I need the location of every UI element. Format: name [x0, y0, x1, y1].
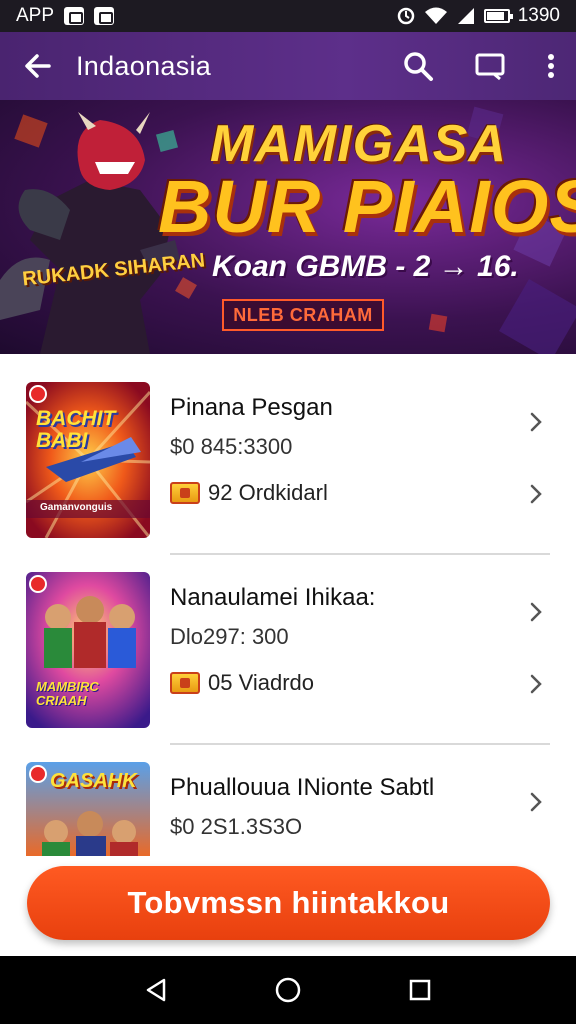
chevron-right-icon[interactable] [524, 600, 548, 624]
game-thumbnail: MAMBIRC CRIAAH [26, 572, 150, 728]
nav-back-button[interactable] [136, 970, 176, 1010]
list-item[interactable]: BACHIT BABI Gamanvonguis Pinana Pesgan $… [0, 354, 576, 555]
thumbnail-title: BACHIT BABI [36, 407, 116, 452]
signal-icon [457, 8, 474, 24]
game-thumbnail: GASAHK [26, 762, 150, 856]
more-options-button[interactable] [526, 32, 576, 100]
arrow-left-icon [25, 54, 51, 78]
notification-icon [94, 7, 115, 25]
game-thumbnail: BACHIT BABI Gamanvonguis [26, 382, 150, 538]
sync-icon [397, 7, 414, 25]
coin-icon [170, 672, 200, 694]
nav-recents-button[interactable] [400, 970, 440, 1010]
thumbnail-title: MAMBIRC CRIAAH [36, 679, 99, 708]
list-item[interactable]: GASAHK Phuallouua INionte Sabtl $0 2S1.3… [0, 734, 576, 856]
item-badge: 05 Viadrdo [208, 670, 315, 695]
promo-banner[interactable]: RUKADK SIHARAN MAMIGASA BUR PIAIOS Koan … [0, 100, 576, 354]
thumbnail-subtitle: Gamanvonguis [40, 502, 113, 513]
nav-home-button[interactable] [268, 970, 308, 1010]
status-app-label: APP [16, 5, 55, 26]
chevron-right-icon[interactable] [524, 672, 548, 696]
thumbnail-title: GASAHK [50, 770, 137, 792]
nav-recents-icon [409, 979, 431, 1001]
banner-headline: BUR PIAIOS [158, 165, 576, 248]
item-price: Dlo297: 300 [170, 624, 289, 649]
status-time: 1390 [517, 5, 560, 26]
item-badge: 92 Ordkidarl [208, 480, 328, 505]
coin-icon [170, 482, 200, 504]
page-title: Indaonasia [76, 50, 212, 81]
cta-container: Tobvmssn hiintakkou [0, 856, 576, 956]
search-button[interactable] [382, 32, 454, 100]
search-icon [404, 52, 433, 81]
banner-subtitle: Koan GBMB - 2 → 16. [212, 250, 519, 283]
item-title: Pinana Pesgan [170, 394, 333, 421]
app-bar: Indaonasia [0, 32, 576, 100]
cast-button[interactable] [454, 32, 526, 100]
status-bar: APP 1390 [0, 0, 576, 32]
back-button[interactable] [0, 32, 76, 100]
cast-icon [475, 53, 505, 81]
item-title: Phuallouua INionte Sabtl [170, 774, 435, 801]
nav-home-icon [275, 977, 301, 1003]
more-vert-icon [548, 54, 554, 78]
game-list: BACHIT BABI Gamanvonguis Pinana Pesgan $… [0, 354, 576, 856]
item-title: Nanaulamei Ihikaa: [170, 584, 376, 611]
list-item[interactable]: MAMBIRC CRIAAH Nanaulamei Ihikaa: Dlo297… [0, 544, 576, 745]
nav-back-icon [146, 978, 166, 1002]
system-nav-bar [0, 956, 576, 1024]
battery-icon [483, 9, 513, 23]
chevron-right-icon[interactable] [524, 482, 548, 506]
notification-icon [64, 7, 85, 25]
chevron-right-icon[interactable] [524, 790, 548, 814]
primary-cta-button[interactable]: Tobvmssn hiintakkou [27, 866, 550, 940]
banner-cta-button[interactable]: NLEB CRAHAM [222, 299, 384, 331]
item-price: $0 2S1.3S3O [170, 814, 303, 839]
item-price: $0 845:3300 [170, 434, 293, 459]
chevron-right-icon[interactable] [524, 410, 548, 434]
wifi-icon [424, 7, 447, 24]
